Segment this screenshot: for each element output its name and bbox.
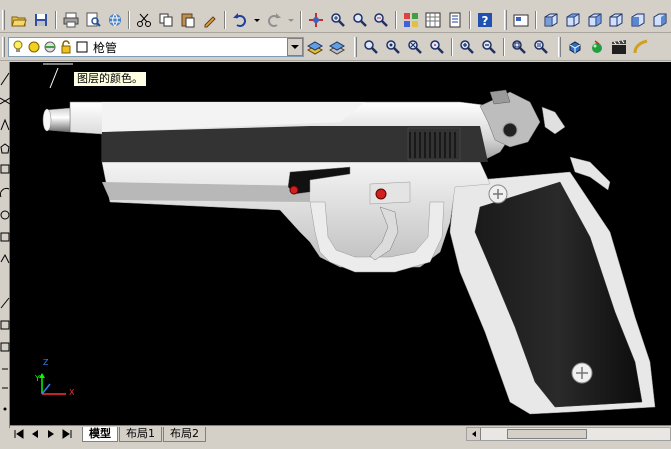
undo-dropdown-icon[interactable] bbox=[251, 9, 263, 31]
layer-previous-icon[interactable] bbox=[326, 36, 348, 58]
left-view-icon[interactable] bbox=[584, 9, 606, 31]
make-block-icon[interactable] bbox=[0, 340, 10, 354]
design-center-icon[interactable] bbox=[422, 9, 444, 31]
horizontal-scrollbar[interactable] bbox=[466, 427, 671, 441]
top-view-icon[interactable] bbox=[540, 9, 562, 31]
insert-block-icon[interactable] bbox=[0, 318, 10, 332]
zoom-window2-icon[interactable] bbox=[360, 36, 382, 58]
help-icon[interactable]: ? bbox=[474, 9, 496, 31]
open-icon[interactable] bbox=[8, 9, 30, 31]
redo-icon[interactable] bbox=[263, 9, 285, 31]
svg-text:?: ? bbox=[481, 14, 488, 28]
pan-icon[interactable] bbox=[305, 9, 327, 31]
3d-orbit-icon[interactable] bbox=[564, 36, 586, 58]
ucs-icon bbox=[39, 373, 66, 395]
arc-icon[interactable] bbox=[0, 186, 10, 200]
ucs-y-label: Y bbox=[35, 374, 40, 383]
circle-icon[interactable] bbox=[0, 208, 10, 222]
tab-model[interactable]: 模型 bbox=[82, 426, 118, 442]
tool-palettes-icon[interactable] bbox=[444, 9, 466, 31]
tab-layout2[interactable]: 布局2 bbox=[163, 426, 206, 442]
viewport-freeze-icon[interactable] bbox=[43, 40, 57, 54]
scroll-left-icon[interactable] bbox=[467, 428, 481, 440]
zoom-extents-icon[interactable] bbox=[530, 36, 552, 58]
match-properties-icon[interactable] bbox=[199, 9, 221, 31]
redo-dropdown-icon[interactable] bbox=[285, 9, 297, 31]
paste-icon[interactable] bbox=[177, 9, 199, 31]
zoom-in-icon[interactable] bbox=[456, 36, 478, 58]
back-view-icon[interactable] bbox=[649, 9, 671, 31]
render-sphere-icon[interactable] bbox=[586, 36, 608, 58]
scroll-thumb[interactable] bbox=[507, 429, 587, 439]
tab-layout1[interactable]: 布局1 bbox=[119, 426, 162, 442]
zoom-realtime-icon[interactable] bbox=[327, 9, 349, 31]
autocad-window: ? 枪管 图层的颜色。 Z Y X 模型 布局1 布局2 bbox=[0, 0, 671, 449]
zoom-all-icon[interactable] bbox=[508, 36, 530, 58]
zoom-dynamic-icon[interactable] bbox=[382, 36, 404, 58]
layers-toolbar: 枪管 bbox=[0, 34, 671, 61]
last-tab-icon[interactable] bbox=[60, 427, 74, 441]
layer-color-swatch-icon[interactable] bbox=[75, 40, 89, 54]
standard-toolbar: ? bbox=[0, 7, 671, 33]
cut-icon[interactable] bbox=[133, 9, 155, 31]
polyline-icon[interactable] bbox=[0, 118, 10, 132]
zoom-center-icon[interactable] bbox=[426, 36, 448, 58]
ucs-x-label: X bbox=[69, 388, 75, 397]
named-views-icon[interactable] bbox=[510, 9, 532, 31]
pistol-3d-model[interactable] bbox=[10, 62, 671, 425]
current-layer-name: 枪管 bbox=[93, 40, 118, 55]
next-tab-icon[interactable] bbox=[44, 427, 58, 441]
print-icon[interactable] bbox=[60, 9, 82, 31]
front-view-icon[interactable] bbox=[627, 9, 649, 31]
zoom-previous-icon[interactable] bbox=[370, 9, 392, 31]
construction-line-icon[interactable] bbox=[0, 94, 11, 108]
prev-tab-icon[interactable] bbox=[28, 427, 42, 441]
layer-dropdown-button[interactable] bbox=[287, 38, 303, 56]
first-tab-icon[interactable] bbox=[12, 427, 26, 441]
layer-combo[interactable]: 枪管 bbox=[8, 37, 304, 57]
status-bar bbox=[0, 442, 671, 449]
line-tool-icon[interactable] bbox=[0, 72, 10, 86]
point-icon[interactable] bbox=[0, 362, 10, 376]
ellipse-icon[interactable] bbox=[0, 296, 10, 310]
drawing-viewport[interactable]: 图层的颜色。 Z Y X bbox=[10, 62, 671, 425]
toolbar-grip[interactable] bbox=[2, 37, 5, 57]
right-view-icon[interactable] bbox=[605, 9, 627, 31]
lock-icon[interactable] bbox=[59, 40, 73, 54]
rectangle-icon[interactable] bbox=[0, 162, 10, 176]
toolbar-grip[interactable] bbox=[2, 9, 5, 30]
zoom-out-icon[interactable] bbox=[478, 36, 500, 58]
light-bulb-icon[interactable] bbox=[11, 40, 25, 54]
sweep-path-icon[interactable] bbox=[630, 36, 652, 58]
copy-icon[interactable] bbox=[155, 9, 177, 31]
zoom-window-icon[interactable] bbox=[349, 9, 371, 31]
polygon-icon[interactable] bbox=[0, 142, 10, 156]
camera-clapper-icon[interactable] bbox=[608, 36, 630, 58]
hatch-icon[interactable] bbox=[0, 382, 10, 396]
zoom-scale-icon[interactable] bbox=[404, 36, 426, 58]
undo-icon[interactable] bbox=[229, 9, 251, 31]
revision-cloud-icon[interactable] bbox=[0, 230, 10, 244]
bottom-view-icon[interactable] bbox=[562, 9, 584, 31]
properties-icon[interactable] bbox=[400, 9, 422, 31]
layout-tabs-bar: 模型 布局1 布局2 bbox=[10, 425, 671, 442]
print-preview-icon[interactable] bbox=[82, 9, 104, 31]
make-object-layer-current-icon[interactable] bbox=[304, 36, 326, 58]
publish-icon[interactable] bbox=[104, 9, 126, 31]
save-icon[interactable] bbox=[30, 9, 52, 31]
ucs-z-label: Z bbox=[43, 358, 49, 367]
sun-freeze-icon[interactable] bbox=[27, 40, 41, 54]
spline-icon[interactable] bbox=[0, 252, 10, 266]
table-icon[interactable] bbox=[0, 402, 10, 416]
draw-toolbar-strip bbox=[0, 62, 11, 428]
